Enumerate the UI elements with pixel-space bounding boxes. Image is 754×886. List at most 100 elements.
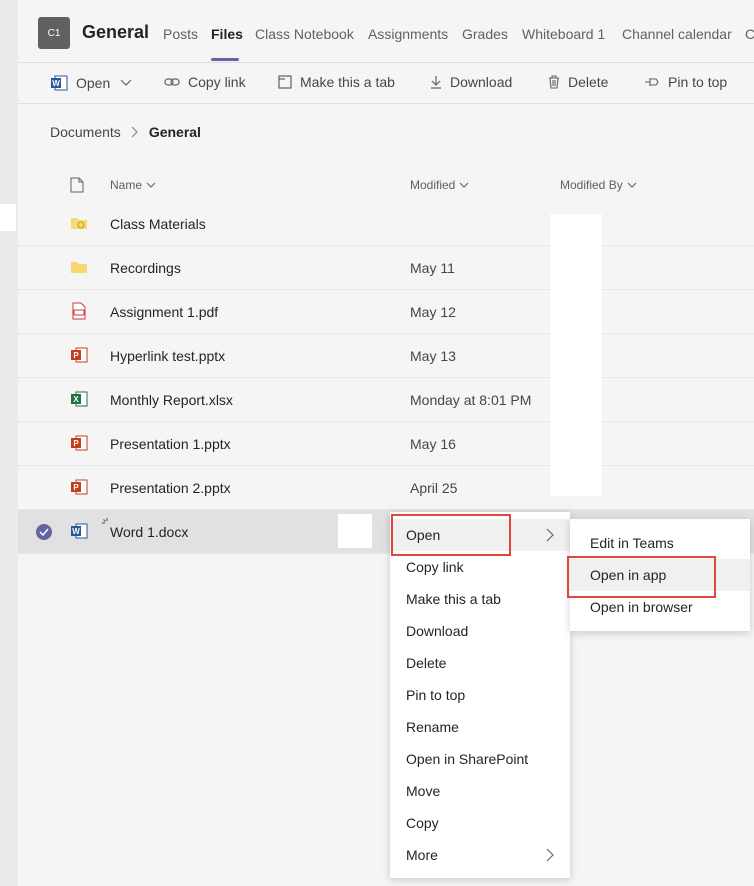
svg-text:P: P bbox=[73, 351, 79, 360]
pin-icon bbox=[645, 78, 659, 86]
pdf-file-icon bbox=[72, 302, 86, 320]
modified-by-column-label: Modified By bbox=[560, 178, 623, 192]
tab-files[interactable]: Files bbox=[211, 26, 243, 42]
name-column-header[interactable]: Name bbox=[110, 172, 156, 198]
checkmark-icon[interactable] bbox=[36, 524, 52, 540]
tab-assignments[interactable]: Assignments bbox=[368, 26, 448, 42]
menu-item-download[interactable]: Download bbox=[390, 615, 570, 647]
table-row[interactable]: Class Materials bbox=[18, 202, 754, 246]
file-modified: May 12 bbox=[410, 304, 456, 320]
breadcrumb: Documents General bbox=[50, 124, 201, 140]
file-modified: May 13 bbox=[410, 348, 456, 364]
word-icon: W bbox=[51, 75, 68, 91]
svg-text:P: P bbox=[73, 483, 79, 492]
link-icon bbox=[164, 78, 180, 86]
modified-column-header[interactable]: Modified bbox=[410, 172, 469, 198]
menu-item-open-in-sharepoint[interactable]: Open in SharePoint bbox=[390, 743, 570, 775]
chevron-down-icon bbox=[120, 79, 132, 86]
file-type-column-header[interactable] bbox=[70, 172, 84, 198]
copy-link-label: Copy link bbox=[188, 74, 246, 90]
submenu-edit-in-teams[interactable]: Edit in Teams bbox=[570, 527, 750, 559]
team-avatar: C1 bbox=[38, 17, 70, 49]
tab-class-notebook[interactable]: Class Notebook bbox=[255, 26, 354, 42]
file-name[interactable]: Presentation 1.pptx bbox=[110, 436, 231, 452]
file-name[interactable]: Assignment 1.pdf bbox=[110, 304, 218, 320]
pin-to-top-button[interactable]: Pin to top bbox=[644, 74, 727, 90]
menu-item-rename[interactable]: Rename bbox=[390, 711, 570, 743]
menu-item-pin-to-top[interactable]: Pin to top bbox=[390, 679, 570, 711]
chevron-down-icon bbox=[627, 182, 637, 188]
left-rail-selection bbox=[0, 204, 16, 231]
file-modified: April 25 bbox=[410, 480, 458, 496]
menu-item-copy[interactable]: Copy bbox=[390, 807, 570, 839]
breadcrumb-documents[interactable]: Documents bbox=[50, 124, 121, 140]
redacted-modified-by-column bbox=[550, 214, 602, 496]
trash-icon bbox=[549, 75, 559, 89]
file-name[interactable]: Recordings bbox=[110, 260, 181, 276]
table-row[interactable]: P Presentation 2.pptx April 25 bbox=[18, 466, 754, 510]
folder-icon bbox=[71, 262, 87, 273]
file-name[interactable]: Word 1.docx bbox=[110, 524, 188, 540]
svg-text:W: W bbox=[72, 527, 80, 536]
table-row[interactable]: X Monthly Report.xlsx Monday at 8:01 PM bbox=[18, 378, 754, 422]
pin-label: Pin to top bbox=[668, 74, 728, 90]
left-app-rail bbox=[0, 0, 18, 886]
menu-item-more-label: More bbox=[406, 847, 438, 863]
file-modified: May 16 bbox=[410, 436, 456, 452]
open-button[interactable]: W Open bbox=[50, 74, 132, 92]
tab-whiteboard[interactable]: Whiteboard 1 bbox=[522, 26, 605, 42]
channel-header: C1 General Posts Files Class Notebook As… bbox=[18, 0, 754, 62]
make-tab-label: Make this a tab bbox=[300, 74, 395, 90]
class-materials-folder-icon bbox=[71, 218, 87, 229]
table-row[interactable]: Recordings May 11 bbox=[18, 246, 754, 290]
open-button-label: Open bbox=[76, 75, 111, 91]
chevron-right-icon bbox=[546, 528, 554, 542]
channel-title: General bbox=[82, 22, 150, 42]
tab-grades[interactable]: Grades bbox=[462, 26, 508, 42]
file-modified: May 11 bbox=[410, 260, 455, 276]
file-name[interactable]: Hyperlink test.pptx bbox=[110, 348, 225, 364]
powerpoint-icon: P bbox=[71, 435, 88, 451]
excel-icon: X bbox=[71, 391, 88, 407]
tab-posts[interactable]: Posts bbox=[163, 26, 198, 42]
delete-button[interactable]: Delete bbox=[548, 74, 608, 90]
modified-column-label: Modified bbox=[410, 178, 456, 192]
menu-item-delete[interactable]: Delete bbox=[390, 647, 570, 679]
file-name[interactable]: Class Materials bbox=[110, 216, 206, 232]
tab-overflow[interactable]: C bbox=[745, 26, 754, 42]
files-toolbar: W Open Copy link Make this a tab Downloa… bbox=[18, 62, 754, 104]
modified-by-column-header[interactable]: Modified By bbox=[560, 172, 637, 198]
file-modified: Monday at 8:01 PM bbox=[410, 392, 532, 408]
table-row[interactable]: P Hyperlink test.pptx May 13 bbox=[18, 334, 754, 378]
svg-text:W: W bbox=[52, 79, 60, 88]
name-column-label: Name bbox=[110, 178, 143, 192]
svg-text:P: P bbox=[73, 439, 79, 448]
table-row[interactable]: Assignment 1.pdf May 12 bbox=[18, 290, 754, 334]
teams-files-view: C1 General Posts Files Class Notebook As… bbox=[18, 0, 754, 886]
copy-link-button[interactable]: Copy link bbox=[164, 74, 246, 90]
download-icon bbox=[431, 76, 441, 89]
chevron-down-icon bbox=[460, 182, 469, 188]
word-icon: W bbox=[71, 523, 88, 539]
download-button[interactable]: Download bbox=[430, 74, 512, 90]
file-name[interactable]: Presentation 2.pptx bbox=[110, 480, 231, 496]
make-tab-button[interactable]: Make this a tab bbox=[278, 74, 395, 90]
open-in-app-highlight-box bbox=[567, 556, 716, 598]
open-highlight-box bbox=[391, 514, 511, 556]
menu-item-move[interactable]: Move bbox=[390, 775, 570, 807]
table-row[interactable]: P Presentation 1.pptx May 16 bbox=[18, 422, 754, 466]
tab-channel-calendar[interactable]: Channel calendar bbox=[622, 26, 732, 42]
delete-label: Delete bbox=[568, 74, 609, 90]
redacted-area bbox=[338, 514, 372, 548]
chevron-down-icon bbox=[146, 182, 156, 188]
svg-text:X: X bbox=[73, 395, 79, 404]
menu-item-more[interactable]: More bbox=[390, 839, 570, 871]
file-name[interactable]: Monthly Report.xlsx bbox=[110, 392, 233, 408]
menu-item-make-tab[interactable]: Make this a tab bbox=[390, 583, 570, 615]
tab-icon bbox=[278, 75, 292, 89]
document-icon bbox=[70, 177, 84, 193]
active-tab-indicator bbox=[211, 58, 239, 61]
download-label: Download bbox=[450, 74, 513, 90]
powerpoint-icon: P bbox=[71, 347, 88, 363]
file-context-menu: Open Copy link Make this a tab Download … bbox=[390, 512, 570, 878]
